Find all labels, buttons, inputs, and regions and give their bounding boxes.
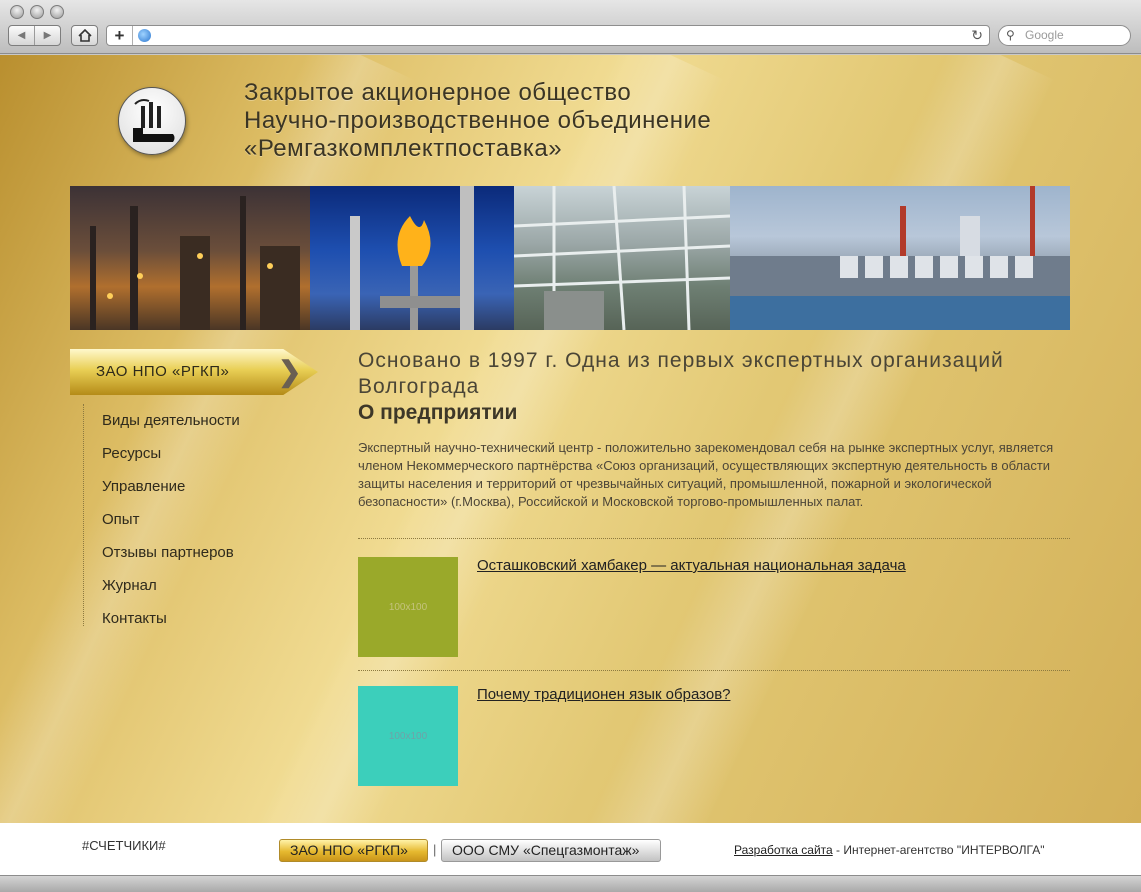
article-thumbnail[interactable]: 100x100 (358, 557, 458, 657)
company-name-line: Научно-производственное объединение (244, 107, 712, 134)
company-logo[interactable] (118, 87, 186, 155)
banner-photo-refinery-night (70, 186, 310, 330)
search-field[interactable]: ⚲ Google (998, 25, 1131, 46)
company-name: Закрытое акционерное общество Научно-про… (244, 79, 711, 163)
home-icon (77, 29, 92, 42)
sidebar-item-management[interactable]: Управление (84, 470, 323, 503)
developer-link[interactable]: Разработка сайта (734, 843, 833, 857)
counters-placeholder: #СЧЕТЧИКИ# (82, 838, 166, 853)
sidebar-menu: Виды деятельности Ресурсы Управление Опы… (83, 404, 323, 627)
forward-arrow-icon[interactable]: ▶ (34, 26, 60, 45)
search-icon: ⚲ (1006, 28, 1015, 42)
sidebar-title: ЗАО НПО «РГКП» (96, 363, 230, 380)
developer-credit-text: - Интернет-агентство "ИНТЕРВОЛГА" (832, 843, 1045, 857)
company-sgm-button[interactable]: ООО СМУ «Спецгазмонтаж» (441, 839, 661, 862)
chevron-right-icon: ❯ (278, 356, 302, 387)
thumbnail-placeholder: 100x100 (388, 730, 428, 742)
article-link[interactable]: Почему традиционен язык образов? (477, 686, 731, 703)
divider (358, 538, 1070, 539)
article-link[interactable]: Осташковский хамбакер — актуальная нацио… (477, 557, 906, 574)
back-arrow-icon[interactable]: ◀ (9, 26, 34, 45)
footer-divider: | (433, 842, 437, 857)
factory-icon (133, 99, 175, 142)
section-title: О предприятии (358, 401, 518, 424)
banner-photo-industrial-city (730, 186, 1070, 330)
sidebar-item-contacts[interactable]: Контакты (84, 602, 323, 635)
company-name-line: Закрытое акционерное общество (244, 79, 632, 106)
page-content: Закрытое акционерное общество Научно-про… (0, 55, 1141, 823)
page-headline: Основано в 1997 г. Одна из первых экспер… (358, 349, 1004, 398)
company-name-line: «Ремгазкомплектпоставка» (244, 135, 563, 162)
browser-status-bar (0, 875, 1141, 892)
home-button[interactable] (71, 25, 98, 46)
site-globe-icon (138, 29, 151, 42)
window-close-button[interactable] (10, 5, 24, 19)
window-minimize-button[interactable] (30, 5, 44, 19)
banner-photo-gas-flare (310, 186, 514, 330)
sidebar-item-experience[interactable]: Опыт (84, 503, 323, 536)
page-footer: #СЧЕТЧИКИ# ЗАО НПО «РГКП» | ООО СМУ «Спе… (0, 823, 1141, 875)
divider (358, 670, 1070, 671)
reload-icon[interactable]: ↻ (971, 27, 983, 44)
sidebar-item-journal[interactable]: Журнал (84, 569, 323, 602)
company-description: Экспертный научно-технический центр - по… (358, 440, 1054, 509)
sidebar-item-resources[interactable]: Ресурсы (84, 437, 323, 470)
company-rgkp-button[interactable]: ЗАО НПО «РГКП» (279, 839, 428, 862)
search-placeholder: Google (1025, 28, 1064, 42)
sidebar-item-reviews[interactable]: Отзывы партнеров (84, 536, 323, 569)
browser-toolbar: ◀ ▶ + ↻ ⚲ Google (0, 0, 1141, 54)
sidebar-item-activities[interactable]: Виды деятельности (84, 404, 323, 437)
article-thumbnail[interactable]: 100x100 (358, 686, 458, 786)
banner-photo-pipes (513, 186, 731, 330)
header-banner (70, 186, 1070, 330)
back-forward-group: ◀ ▶ (8, 25, 61, 46)
thumbnail-placeholder: 100x100 (388, 601, 428, 613)
address-bar[interactable]: + ↻ (106, 25, 990, 46)
add-bookmark-icon[interactable]: + (107, 26, 133, 45)
developer-credit: Разработка сайта - Интернет-агентство "И… (734, 843, 1044, 857)
window-zoom-button[interactable] (50, 5, 64, 19)
